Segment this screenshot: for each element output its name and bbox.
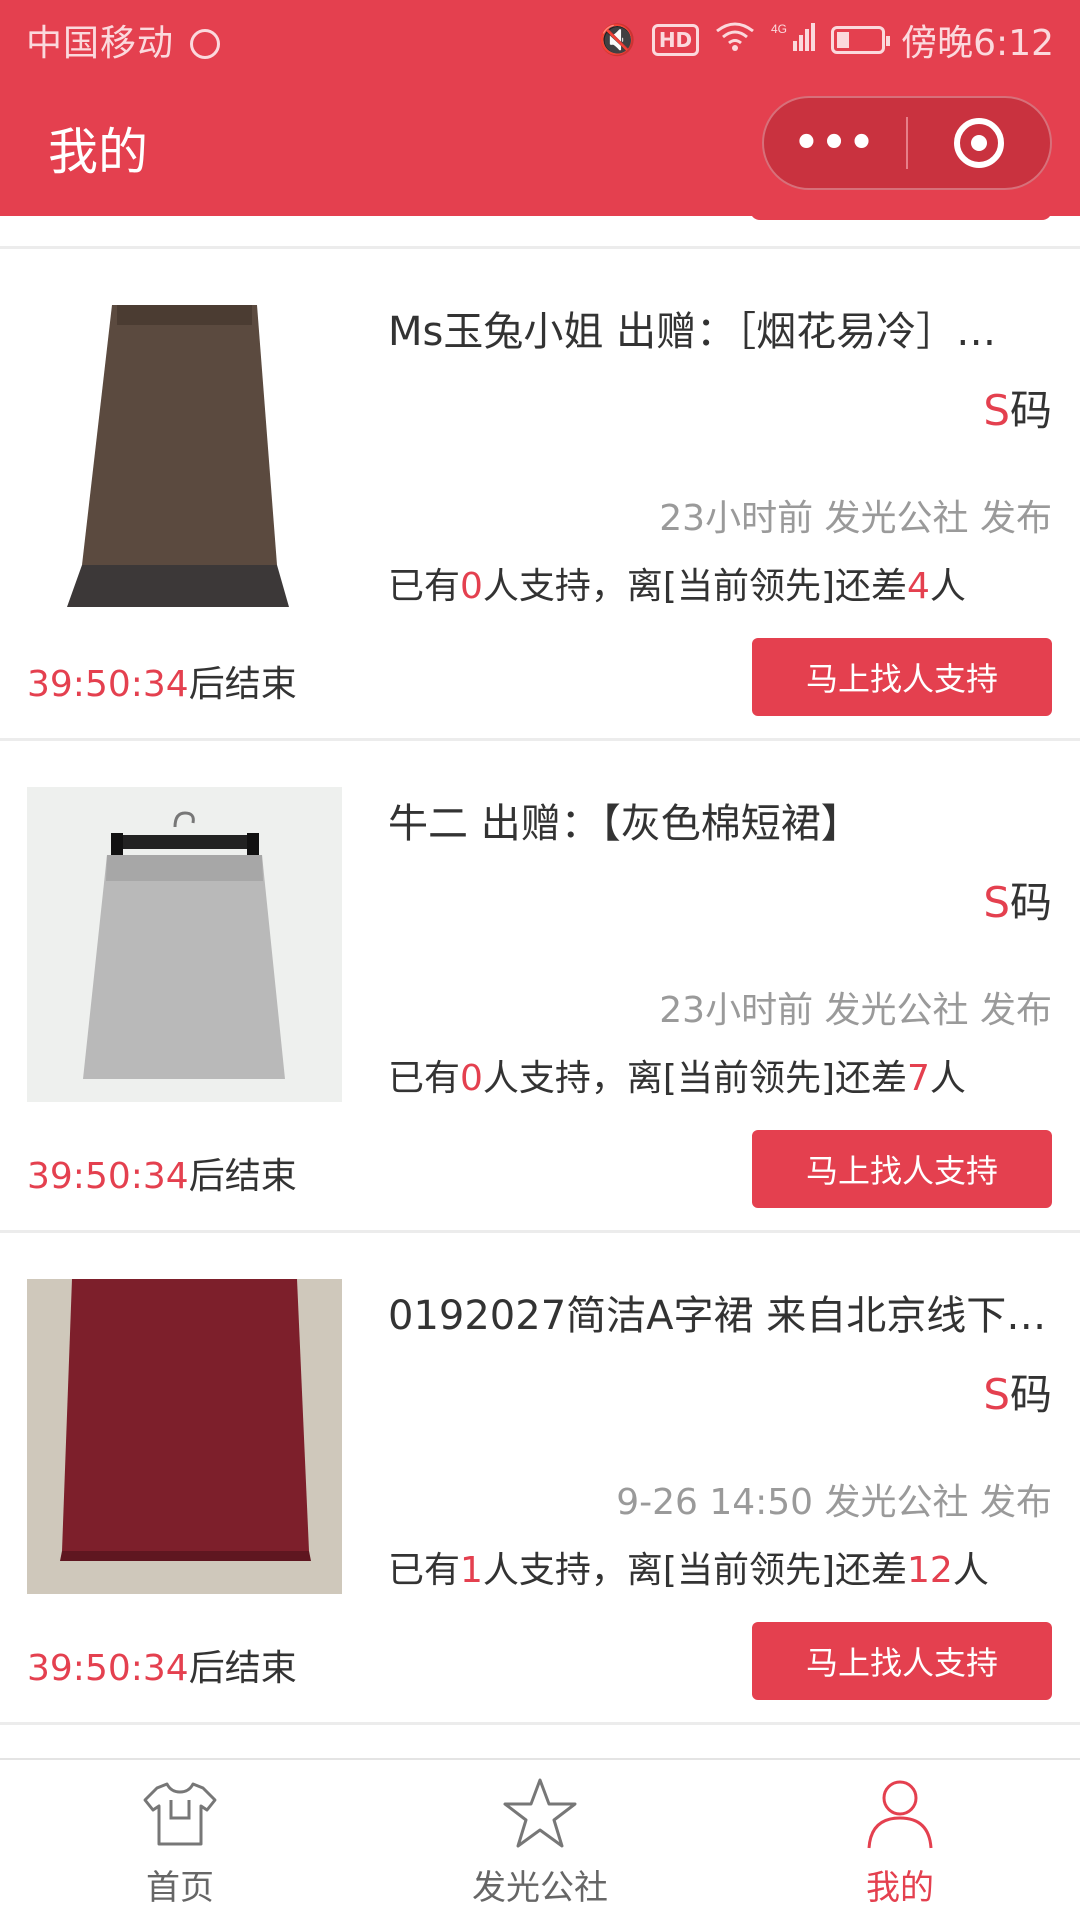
countdown-suffix: 后结束 xyxy=(188,1156,297,1197)
support-count: 1 xyxy=(460,1550,483,1591)
tab-home[interactable]: 首页 xyxy=(0,1760,360,1920)
divider xyxy=(0,1722,1080,1725)
support-mid: 人支持，离[当前领先]还差 xyxy=(482,1550,908,1591)
shirt-icon xyxy=(143,1782,217,1846)
nav-bar: 我的 ••• xyxy=(0,76,1080,216)
item-size: S码 xyxy=(983,1361,1052,1422)
close-button[interactable] xyxy=(908,118,1050,168)
publish-time: 9-26 14:50 xyxy=(616,1482,814,1523)
tab-label: 发光公社 xyxy=(472,1868,608,1908)
mini-program-capsule: ••• xyxy=(762,96,1052,190)
support-prefix: 已有 xyxy=(388,1058,461,1099)
support-mid: 人支持，离[当前领先]还差 xyxy=(482,566,908,607)
item-meta: 9-26 14:50 发光公社 发布 xyxy=(616,1473,1052,1525)
item-image[interactable] xyxy=(27,295,342,610)
support-prefix: 已有 xyxy=(388,1550,461,1591)
countdown: 39:50:34后结束 xyxy=(27,1147,297,1199)
carrier-text: 中国移动 xyxy=(26,23,175,64)
carrier-label: 中国移动 xyxy=(26,14,221,66)
target-icon xyxy=(953,118,1004,168)
item-size: S码 xyxy=(983,377,1052,438)
find-support-button[interactable]: 马上找人支持 xyxy=(752,1622,1052,1700)
support-suffix: 人 xyxy=(952,1550,989,1591)
size-suffix: 码 xyxy=(1009,878,1052,927)
support-count: 0 xyxy=(460,566,483,607)
support-diff: 4 xyxy=(907,566,930,607)
more-dots-icon[interactable]: ••• xyxy=(764,120,906,166)
support-suffix: 人 xyxy=(929,1058,966,1099)
countdown-time: 39:50:34 xyxy=(27,1156,189,1197)
support-status: 已有0人支持，离[当前领先]还差7人 xyxy=(388,1049,966,1101)
item-title[interactable]: Ms玉兔小姐 出赠：［烟花易冷］… xyxy=(388,299,1048,357)
support-count: 0 xyxy=(460,1058,483,1099)
previous-button-peek xyxy=(750,200,1052,220)
signal-icon: 4G xyxy=(771,21,816,59)
tab-mine[interactable]: 我的 xyxy=(720,1760,1080,1920)
clock: 傍晚6:12 xyxy=(901,23,1054,64)
carrier-shield-icon xyxy=(190,29,221,59)
tab-bar: 首页 发光公社 我的 xyxy=(0,1758,1080,1920)
publish-time: 23小时前 xyxy=(659,498,814,539)
item-title[interactable]: 0192027简洁A字裙 来自北京线下… xyxy=(388,1283,1048,1341)
support-suffix: 人 xyxy=(929,566,966,607)
size-letter: S xyxy=(983,386,1010,435)
status-bar: 中国移动 🔇 HD 4G 傍晚6:12 xyxy=(0,0,1080,76)
support-diff: 7 xyxy=(907,1058,930,1099)
publisher: 发光公社 发布 xyxy=(824,990,1052,1031)
size-suffix: 码 xyxy=(1009,386,1052,435)
mute-icon: 🔇 xyxy=(598,22,636,58)
publisher: 发光公社 发布 xyxy=(824,498,1052,539)
item-size: S码 xyxy=(983,869,1052,930)
countdown-time: 39:50:34 xyxy=(27,664,189,705)
countdown-suffix: 后结束 xyxy=(188,664,297,705)
support-prefix: 已有 xyxy=(388,566,461,607)
user-icon xyxy=(867,1780,933,1849)
list-item[interactable]: 牛二 出赠：【灰色棉短裙】 S码 23小时前 发光公社 发布 已有0人支持，离[… xyxy=(0,741,1080,1230)
find-support-button[interactable]: 马上找人支持 xyxy=(752,1130,1052,1208)
countdown: 39:50:34后结束 xyxy=(27,655,297,707)
find-support-button[interactable]: 马上找人支持 xyxy=(752,638,1052,716)
tab-label: 首页 xyxy=(146,1868,214,1908)
item-title[interactable]: 牛二 出赠：【灰色棉短裙】 xyxy=(388,791,1048,849)
list-item[interactable]: Ms玉兔小姐 出赠：［烟花易冷］… S码 23小时前 发光公社 发布 已有0人支… xyxy=(0,249,1080,738)
network-type: 4G xyxy=(771,22,787,36)
page-title: 我的 xyxy=(48,123,148,181)
wifi-icon xyxy=(715,21,755,59)
support-diff: 12 xyxy=(907,1550,953,1591)
publish-time: 23小时前 xyxy=(659,990,814,1031)
tab-label: 我的 xyxy=(866,1868,934,1908)
support-status: 已有0人支持，离[当前领先]还差4人 xyxy=(388,557,966,609)
status-icons: 🔇 HD 4G 傍晚6:12 xyxy=(598,14,1054,66)
countdown-time: 39:50:34 xyxy=(27,1648,189,1689)
item-image[interactable] xyxy=(27,787,342,1102)
tab-community[interactable]: 发光公社 xyxy=(360,1760,720,1920)
countdown-suffix: 后结束 xyxy=(188,1648,297,1689)
item-image[interactable] xyxy=(27,1279,342,1594)
star-icon xyxy=(503,1778,577,1848)
gift-list: Ms玉兔小姐 出赠：［烟花易冷］… S码 23小时前 发光公社 发布 已有0人支… xyxy=(0,246,1080,1725)
item-meta: 23小时前 发光公社 发布 xyxy=(659,981,1052,1033)
battery-icon xyxy=(831,26,891,54)
publisher: 发光公社 发布 xyxy=(824,1482,1052,1523)
list-item[interactable]: 0192027简洁A字裙 来自北京线下… S码 9-26 14:50 发光公社 … xyxy=(0,1233,1080,1722)
support-mid: 人支持，离[当前领先]还差 xyxy=(482,1058,908,1099)
size-letter: S xyxy=(983,1370,1010,1419)
support-status: 已有1人支持，离[当前领先]还差12人 xyxy=(388,1541,989,1593)
hd-badge: HD xyxy=(651,24,700,56)
size-suffix: 码 xyxy=(1009,1370,1052,1419)
countdown: 39:50:34后结束 xyxy=(27,1639,297,1691)
size-letter: S xyxy=(983,878,1010,927)
item-meta: 23小时前 发光公社 发布 xyxy=(659,489,1052,541)
